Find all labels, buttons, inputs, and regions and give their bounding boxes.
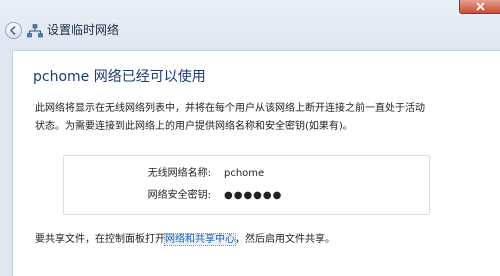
network-icon [27,24,43,38]
footer-suffix: ，然后启用文件共享。 [235,234,335,245]
security-key-row: 网络安全密钥: ●●●●●● [64,187,429,205]
page-heading: pchome 网络已经可以使用 [33,69,206,85]
content-panel: pchome 网络已经可以使用 此网络将显示在无线网络列表中，并将在每个用户从该… [12,50,500,276]
description-line-1: 此网络将显示在无线网络列表中，并将在每个用户从该网络上断开连接之前一直处于活动 [35,103,425,114]
network-info-box: 无线网络名称: pchome 网络安全密钥: ●●●●●● [63,155,430,215]
dialog-window: 设置临时网络 pchome 网络已经可以使用 此网络将显示在无线网络列表中，并将… [0,0,500,276]
back-button[interactable] [5,22,22,39]
close-button[interactable] [459,0,500,14]
description-line-2: 状态。为需要连接到此网络上的用户提供网络名称和安全密钥(如果有)。 [35,121,353,132]
network-name-row: 无线网络名称: pchome [64,165,429,183]
security-key-label: 网络安全密钥: [147,190,211,201]
footer-text: 要共享文件，在控制面板打开网络和共享中心，然后启用文件共享。 [35,233,335,247]
security-key-value: ●●●●●● [224,190,283,201]
title-bar: 设置临时网络 [0,0,500,50]
network-name-value: pchome [224,168,265,179]
back-arrow-icon [9,25,16,36]
close-icon [476,2,485,11]
network-sharing-center-link[interactable]: 网络和共享中心 [164,233,236,246]
window-title: 设置临时网络 [47,23,120,37]
network-name-label: 无线网络名称: [147,168,211,179]
footer-prefix: 要共享文件，在控制面板打开 [35,234,165,245]
description-text: 此网络将显示在无线网络列表中，并将在每个用户从该网络上断开连接之前一直处于活动 … [35,100,475,136]
